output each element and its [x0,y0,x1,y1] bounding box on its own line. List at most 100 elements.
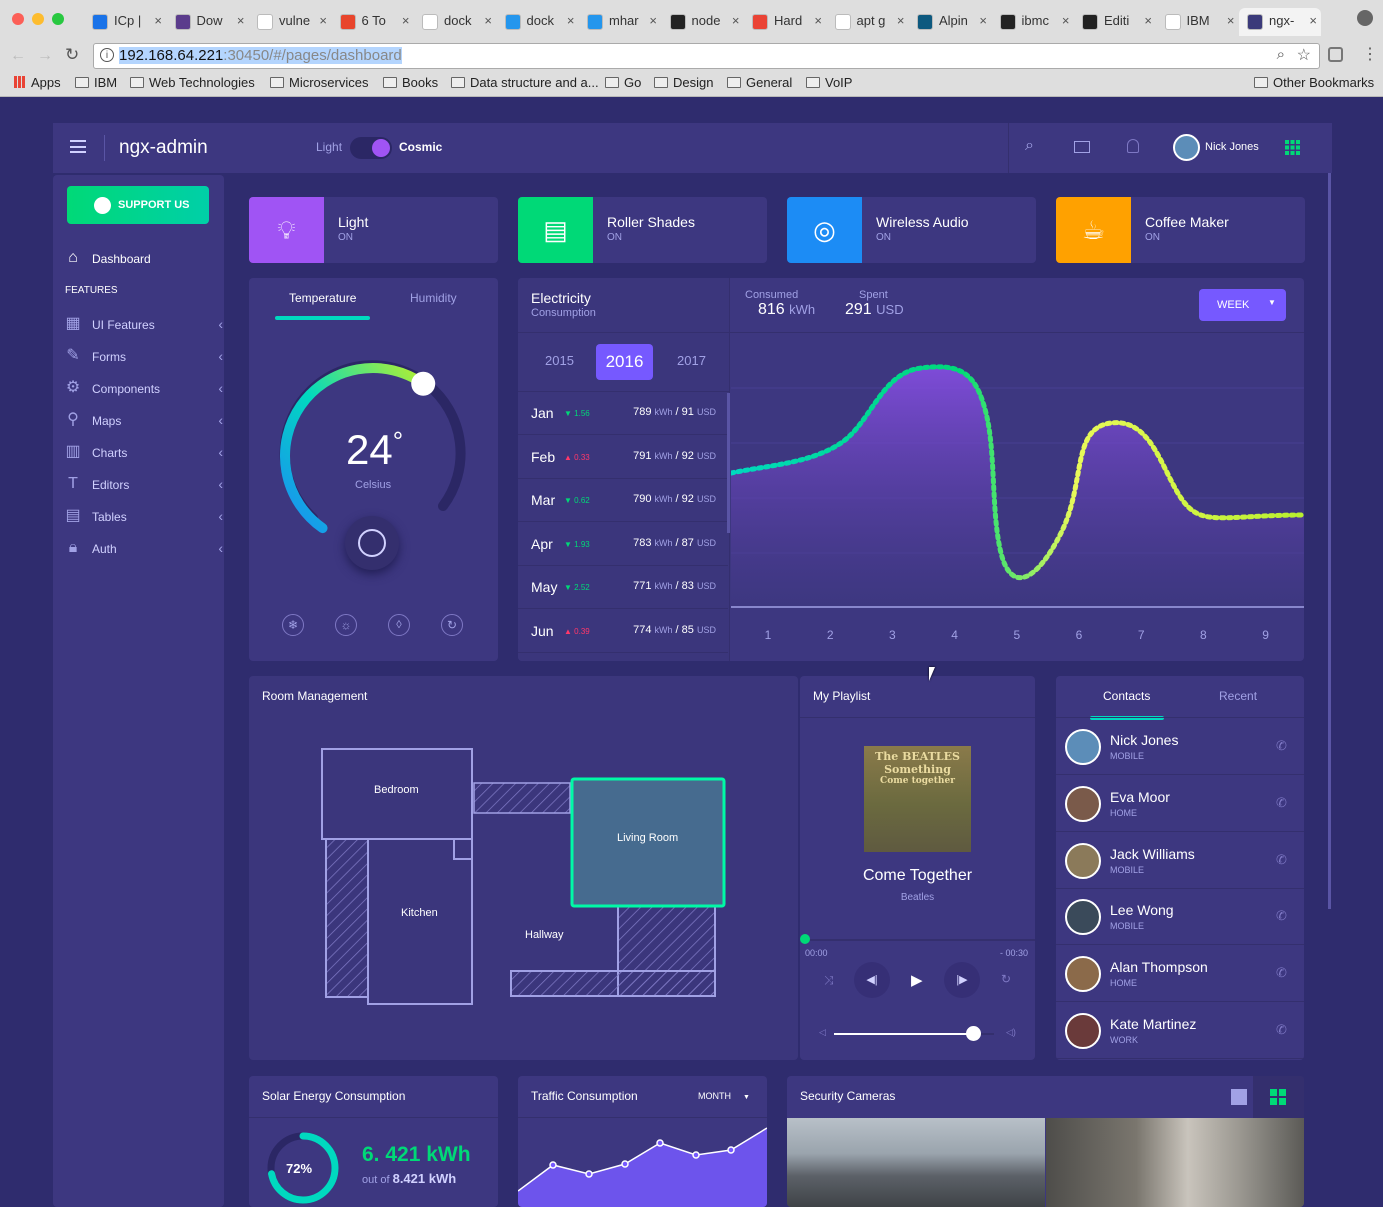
month-row[interactable]: May ▼ 2.52 771 kWh / 83 USD [518,566,728,609]
cycle-icon[interactable]: ↻ [441,614,463,636]
close-tab-icon[interactable]: × [1144,13,1152,28]
contact-item[interactable]: Nick Jones MOBILE ✆ [1056,718,1304,775]
apps-bookmark[interactable]: Apps [14,75,61,90]
browser-tab[interactable]: ngx- × [1239,8,1321,36]
tab-humidity[interactable]: Humidity [410,291,457,305]
volume-high-icon[interactable]: ◁) [1006,1027,1016,1038]
close-tab-icon[interactable]: × [1309,13,1317,28]
browser-tab[interactable]: 6 To × [332,8,414,36]
tab-temperature[interactable]: Temperature [289,291,356,305]
page-scrollbar[interactable] [1328,173,1331,909]
progress-track[interactable] [800,939,1035,941]
phone-icon[interactable]: ✆ [1276,965,1287,981]
reload-icon[interactable]: ↻ [65,45,79,65]
browser-tab[interactable]: vulne × [249,8,331,36]
progress-handle[interactable] [800,934,810,944]
bookmark-folder[interactable]: VoIP [806,75,852,90]
volume-low-icon[interactable]: ◁ [819,1027,826,1038]
close-tab-icon[interactable]: × [402,13,410,28]
bookmark-folder[interactable]: Web Technologies [130,75,255,90]
sidebar-item-editors[interactable]: T Editors ‹ [63,474,223,498]
user-name[interactable]: Nick Jones [1205,141,1259,153]
bookmark-folder[interactable]: IBM [75,75,117,90]
close-tab-icon[interactable]: × [237,13,245,28]
volume-handle[interactable] [966,1026,982,1041]
close-window-button[interactable] [12,13,24,25]
apps-grid-icon[interactable] [1285,140,1300,155]
other-bookmarks[interactable]: Other Bookmarks [1254,75,1374,90]
close-tab-icon[interactable]: × [567,13,575,28]
phone-icon[interactable]: ✆ [1276,738,1287,754]
user-avatar[interactable] [1173,134,1200,161]
status-card[interactable]: ◎ Wireless Audio ON [787,197,1036,263]
phone-icon[interactable]: ✆ [1276,795,1287,811]
browser-tab[interactable]: Dow × [167,8,249,36]
status-card[interactable]: 💡︎ Light ON [249,197,498,263]
maximize-window-button[interactable] [52,13,64,25]
power-button[interactable] [345,516,399,570]
previous-track-icon[interactable]: ◀| [854,962,890,998]
browser-tab[interactable]: mhar × [579,8,661,36]
search-icon[interactable]: ⌕ [1025,137,1034,155]
dial-knob[interactable] [411,371,436,396]
sidebar-item-components[interactable]: ⚙ Components ‹ [63,378,223,402]
camera-feed-1[interactable] [787,1118,1045,1207]
sidebar-item-charts[interactable]: ▥ Charts ‹ [63,442,223,466]
tab-recent[interactable]: Recent [1219,689,1257,703]
month-row[interactable]: Jun ▲ 0.39 774 kWh / 85 USD [518,610,728,653]
month-row[interactable]: Mar ▼ 0.62 790 kWh / 92 USD [518,479,728,522]
minimize-window-button[interactable] [32,13,44,25]
bell-icon[interactable] [1127,139,1139,153]
brand-title[interactable]: ngx-admin [119,137,208,159]
status-card[interactable]: ☕︎ Coffee Maker ON [1056,197,1305,263]
hamburger-menu-icon[interactable] [70,140,86,153]
month-row[interactable]: Jan ▼ 1.56 789 kWh / 91 USD [518,392,728,435]
contact-item[interactable]: Lee Wong MOBILE ✆ [1056,888,1304,946]
snowflake-icon[interactable]: ❄ [282,614,304,636]
electricity-chart[interactable]: 1 2 3 4 5 6 7 8 9 [731,333,1304,661]
browser-tab[interactable]: Hard × [744,8,826,36]
browser-tab[interactable]: Editi × [1074,8,1156,36]
kitchen-room[interactable] [367,838,473,1005]
forward-icon[interactable]: → [37,47,53,65]
close-tab-icon[interactable]: × [484,13,492,28]
browser-tab[interactable]: dock × [497,8,579,36]
browser-tab[interactable]: node × [662,8,744,36]
sidebar-item-maps[interactable]: ⚲ Maps ‹ [63,410,223,434]
bookmark-folder[interactable]: Design [654,75,713,90]
play-icon[interactable]: ▶ [911,971,923,989]
close-tab-icon[interactable]: × [732,13,740,28]
browser-tab[interactable]: dock × [414,8,496,36]
contact-item[interactable]: Eva Moor HOME ✆ [1056,775,1304,832]
contact-item[interactable]: Alan Thompson HOME ✆ [1056,945,1304,1003]
next-track-icon[interactable]: |▶ [944,962,980,998]
close-tab-icon[interactable]: × [897,13,905,28]
extension-icon[interactable] [1328,47,1343,62]
zoom-icon[interactable]: ⌕ [1277,46,1285,63]
close-tab-icon[interactable]: × [319,13,327,28]
contact-item[interactable]: Jack Williams MOBILE ✆ [1056,832,1304,889]
year-2015[interactable]: 2015 [545,353,574,368]
status-card[interactable]: ▤ Roller Shades ON [518,197,767,263]
bookmark-star-icon[interactable]: ☆ [1297,45,1311,65]
tab-contacts[interactable]: Contacts [1103,689,1150,703]
close-tab-icon[interactable]: × [154,13,162,28]
sidebar-item-ui-features[interactable]: ▦ UI Features ‹ [63,314,223,338]
browser-tab[interactable]: ICp | × [84,8,166,36]
browser-tab[interactable]: ibmc × [992,8,1074,36]
month-row[interactable]: Apr ▼ 1.93 783 kWh / 87 USD [518,523,728,566]
table-scrollbar[interactable] [727,393,730,533]
profile-icon[interactable] [1357,10,1373,26]
bookmark-folder[interactable]: General [727,75,792,90]
sidebar-item-tables[interactable]: ▤ Tables ‹ [63,506,223,530]
bookmark-folder[interactable]: Microservices [270,75,368,90]
sun-icon[interactable]: ☼ [335,614,357,636]
close-tab-icon[interactable]: × [649,13,657,28]
browser-tab[interactable]: apt g × [827,8,909,36]
browser-tab[interactable]: IBM × [1157,8,1239,36]
mail-icon[interactable] [1074,141,1090,153]
sidebar-item-auth[interactable]: 🔒︎ Auth ‹ [63,538,223,562]
sidebar-item-dashboard[interactable]: ⌂ Dashboard [63,248,223,272]
browser-tab[interactable]: Alpin × [909,8,991,36]
close-tab-icon[interactable]: × [814,13,822,28]
